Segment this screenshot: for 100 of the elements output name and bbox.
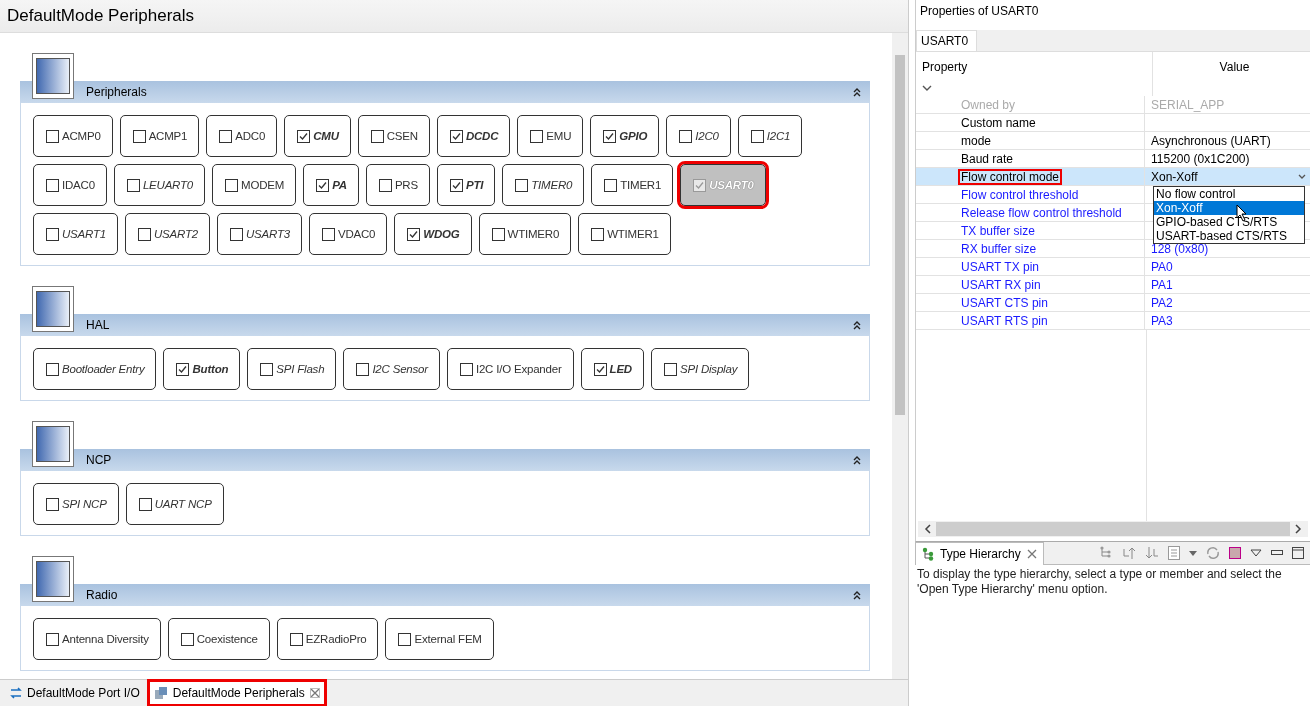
checkbox[interactable] [46,362,59,376]
property-row[interactable]: USART RTS pin PA3 [916,312,1310,330]
peripheral-toggle[interactable]: PTI [436,164,496,206]
checkbox[interactable] [229,227,243,241]
maximize-icon[interactable] [1292,547,1304,559]
collapse-icon[interactable] [852,455,862,465]
checkbox[interactable] [289,632,303,646]
peripheral-toggle[interactable]: WTIMER1 [578,213,671,255]
peripheral-toggle[interactable]: WDOG [394,213,472,255]
peripheral-toggle[interactable]: External FEM [385,618,494,660]
checkbox[interactable] [356,362,370,376]
horizontal-scrollbar[interactable] [918,521,1308,537]
checkbox[interactable] [530,129,544,143]
peripheral-toggle[interactable]: LED [580,348,644,390]
checkbox[interactable] [591,227,605,241]
property-row[interactable]: USART CTS pin PA2 [916,294,1310,312]
dropdown-option[interactable]: USART-based CTS/RTS [1154,229,1304,243]
checkbox[interactable] [126,178,140,192]
section-header[interactable]: Peripherals [20,81,870,103]
section-header[interactable]: HAL [20,314,870,336]
editor-tab[interactable]: DefaultMode Port I/O [6,682,144,704]
minimize-icon[interactable] [1271,550,1283,556]
peripheral-toggle[interactable]: I2C I/O Expander [446,348,574,390]
peripheral-toggle[interactable]: USART1 [33,213,118,255]
dropdown-option[interactable]: Xon-Xoff [1154,201,1304,215]
peripheral-toggle[interactable]: EMU [517,115,584,157]
checkbox[interactable] [137,227,151,241]
checkbox[interactable] [176,362,190,376]
checkbox[interactable] [138,497,152,511]
checkbox[interactable] [46,497,59,511]
peripheral-toggle[interactable]: PRS [365,164,430,206]
peripheral-toggle[interactable]: SPI Flash [247,348,337,390]
checkbox[interactable] [46,632,59,646]
checkbox[interactable] [603,129,617,143]
caret-icon[interactable] [1298,173,1306,180]
view-menu-icon[interactable] [1250,549,1262,557]
peripheral-toggle[interactable]: MODEM [212,164,297,206]
checkbox[interactable] [225,178,239,192]
collapse-icon[interactable] [852,590,862,600]
peripheral-toggle[interactable]: TIMER0 [502,164,585,206]
peripheral-toggle[interactable]: CSEN [357,115,430,157]
editor-tab[interactable]: DefaultMode Peripherals [149,682,324,704]
checkbox[interactable] [180,632,194,646]
stop-icon[interactable] [1229,547,1241,559]
property-row[interactable]: Flow control mode Xon-Xoff [916,168,1310,186]
peripheral-toggle[interactable]: Coexistence [167,618,270,660]
scroll-left-icon[interactable] [924,524,932,534]
checkbox[interactable] [750,129,764,143]
section-header[interactable]: NCP [20,449,870,471]
checkbox[interactable] [491,227,505,241]
checkbox[interactable] [260,362,274,376]
peripheral-toggle[interactable]: Button [163,348,241,390]
peripheral-toggle[interactable]: ACMP0 [33,115,113,157]
property-row[interactable]: Custom name [916,114,1310,132]
peripheral-toggle[interactable]: UART NCP [125,483,224,525]
property-row[interactable]: mode Asynchronous (UART) [916,132,1310,150]
section-header[interactable]: Radio [20,584,870,606]
checkbox[interactable] [370,129,384,143]
checkbox[interactable] [593,362,607,376]
property-row[interactable]: USART RX pin PA1 [916,276,1310,294]
checkbox[interactable] [515,178,529,192]
checkbox[interactable] [679,129,693,143]
checkbox[interactable] [449,178,463,192]
checkbox[interactable] [407,227,421,241]
close-icon[interactable] [1026,548,1037,559]
peripheral-toggle[interactable]: I2C Sensor [343,348,440,390]
peripheral-toggle[interactable]: PA [303,164,359,206]
checkbox[interactable] [398,632,412,646]
peripheral-toggle[interactable]: TIMER1 [591,164,674,206]
vertical-scrollbar[interactable] [892,33,908,679]
properties-tab[interactable]: USART0 [916,30,978,51]
checkbox[interactable] [297,129,311,143]
checkbox[interactable] [604,178,618,192]
peripheral-toggle[interactable]: VDAC0 [308,213,388,255]
peripheral-toggle[interactable]: I2C0 [666,115,731,157]
peripheral-toggle[interactable]: WTIMER0 [478,213,572,255]
peripheral-toggle[interactable]: ADC0 [206,115,278,157]
peripheral-toggle[interactable]: CMU [284,115,351,157]
checkbox[interactable] [378,178,392,192]
peripheral-toggle[interactable]: USART2 [124,213,210,255]
peripheral-toggle[interactable]: I2C1 [737,115,803,157]
peripheral-toggle[interactable]: Antenna Diversity [33,618,161,660]
checkbox[interactable] [459,362,473,376]
checkbox[interactable] [132,129,146,143]
list-icon[interactable] [1168,546,1180,560]
checkbox[interactable] [449,129,463,143]
peripheral-toggle[interactable]: USART3 [216,213,302,255]
peripheral-toggle[interactable]: DCDC [436,115,511,157]
peripheral-toggle[interactable]: LEUART0 [113,164,206,206]
checkbox[interactable] [46,129,59,143]
checkbox[interactable] [316,178,330,192]
supertype-icon[interactable] [1122,546,1136,560]
peripheral-toggle[interactable]: GPIO [590,115,660,157]
peripheral-toggle[interactable]: IDAC0 [33,164,107,206]
type-hierarchy-tab[interactable]: Type Hierarchy [915,541,1044,565]
peripheral-toggle[interactable]: SPI NCP [33,483,119,525]
collapse-icon[interactable] [852,320,862,330]
checkbox[interactable] [46,178,59,192]
chevron-icon[interactable] [922,84,932,92]
checkbox[interactable] [663,362,677,376]
